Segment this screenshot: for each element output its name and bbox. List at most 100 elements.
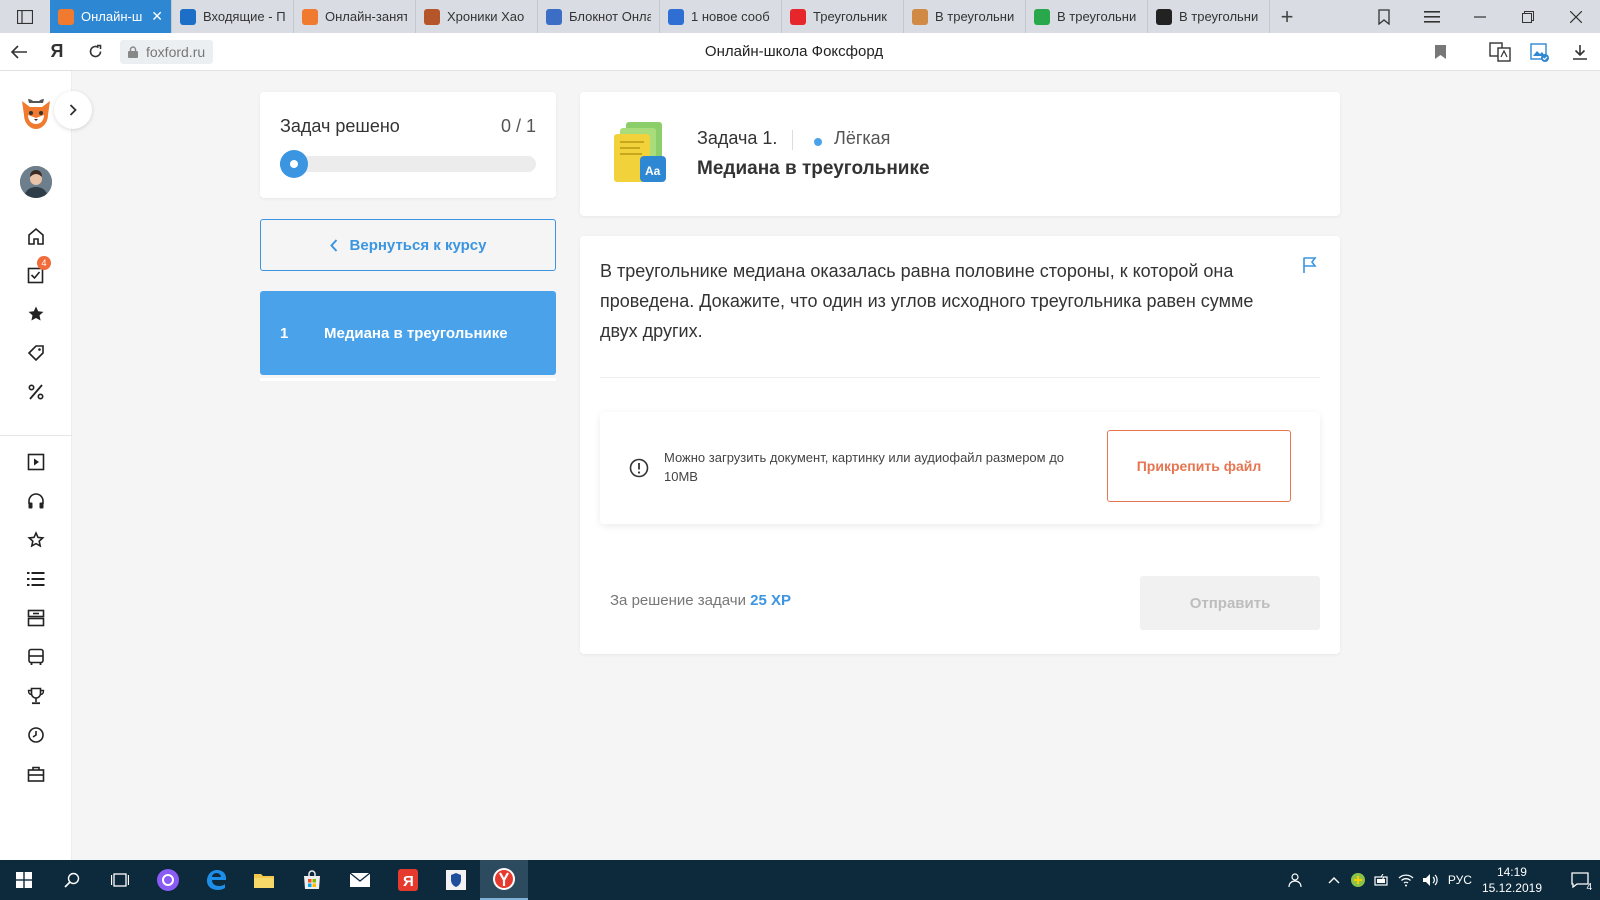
list-icon[interactable] [24, 567, 48, 591]
browser-tab-title: В треугольни [1057, 9, 1137, 24]
address-bar: Я foxford.ru Онлайн-школа Фоксфорд [0, 33, 1600, 71]
language-indicator[interactable]: РУС [1448, 873, 1472, 887]
task-body-card: В треугольнике медиана оказалась равна п… [580, 236, 1340, 654]
yandex-browser-icon[interactable] [480, 860, 528, 900]
star-outline-icon[interactable] [24, 528, 48, 552]
archive-icon[interactable] [24, 606, 48, 630]
collections-icon[interactable] [1520, 33, 1560, 71]
shield-app-icon[interactable] [432, 860, 480, 900]
browser-tab[interactable]: В треугольни [904, 0, 1026, 33]
close-tab-icon[interactable]: ✕ [151, 8, 163, 25]
briefcase-icon[interactable] [24, 762, 48, 786]
alice-icon[interactable] [144, 860, 192, 900]
task-list-item-title: Медиана в треугольнике [324, 324, 508, 342]
browser-tab[interactable]: Хроники Хао [416, 0, 538, 33]
back-arrow-icon[interactable] [0, 33, 38, 71]
header-divider [792, 130, 793, 150]
new-tab-button[interactable]: + [1270, 0, 1304, 33]
trophy-icon[interactable] [24, 684, 48, 708]
notification-count: 4 [1586, 882, 1592, 893]
mail-app-icon[interactable] [336, 860, 384, 900]
task-list-footer [260, 378, 556, 381]
sidebar-toggle-icon[interactable] [0, 0, 50, 33]
bookmark-icon[interactable] [1420, 33, 1460, 71]
window-controls [1360, 0, 1600, 33]
clock-date: 15.12.2019 [1481, 881, 1542, 895]
chevron-up-icon[interactable] [1322, 860, 1346, 900]
download-icon[interactable] [1560, 33, 1600, 71]
browser-tab-title: Хроники Хао [447, 9, 525, 24]
people-icon[interactable] [1284, 860, 1308, 900]
yandex-home-icon[interactable]: Я [38, 33, 76, 71]
upload-box: Можно загрузить документ, картинку или а… [600, 412, 1320, 524]
notifications-icon[interactable]: 4 [1560, 860, 1600, 900]
browser-tab[interactable]: Блокнот Онла [538, 0, 660, 33]
browser-tab[interactable]: Онлайн-занят [294, 0, 416, 33]
task-list: 1 Медиана в треугольнике [260, 291, 556, 381]
fox-icon [302, 8, 318, 25]
bus-icon[interactable] [24, 645, 48, 669]
info-icon [629, 458, 649, 478]
browser-tab-title: В треугольни [1179, 9, 1259, 24]
user-avatar[interactable] [20, 166, 52, 198]
url-field[interactable]: foxford.ru [120, 39, 214, 64]
task-difficulty: Лёгкая [834, 128, 891, 148]
page-title: Онлайн-школа Фоксфорд [704, 43, 884, 60]
store-icon[interactable] [288, 860, 336, 900]
browser-tab[interactable]: Треугольник [782, 0, 904, 33]
progress-card: Задач решено 0 / 1 [260, 92, 556, 198]
attach-file-button[interactable]: Прикрепить файл [1107, 430, 1291, 502]
video-lessons-icon[interactable] [24, 450, 48, 474]
volume-icon[interactable] [1418, 860, 1442, 900]
bookmarks-icon[interactable] [1360, 0, 1408, 33]
browser-tab[interactable]: В треугольни [1026, 0, 1148, 33]
search-icon[interactable] [48, 860, 96, 900]
translate-icon[interactable] [1480, 33, 1520, 71]
windows-start-icon[interactable] [0, 860, 48, 900]
kaspersky-icon[interactable] [1346, 860, 1370, 900]
browser-tab-title: Онлайн-занят [325, 9, 407, 24]
reload-icon[interactable] [76, 33, 114, 71]
file-explorer-icon[interactable] [240, 860, 288, 900]
back-to-course-button[interactable]: Вернуться к курсу [260, 219, 556, 271]
home-icon[interactable] [24, 224, 48, 248]
browser-tab-title: Онлайн-ш [81, 9, 143, 24]
flag-icon[interactable] [1301, 256, 1321, 276]
wifi-icon[interactable] [1394, 860, 1418, 900]
foxford-logo-icon[interactable] [18, 95, 54, 131]
browser-tab[interactable]: Входящие - П [172, 0, 294, 33]
windows-taskbar: Я РУС 14:19 15.12.2019 4 [0, 860, 1600, 900]
menu-icon[interactable] [1408, 0, 1456, 33]
task-header-card: Aa Задача 1. Лёгкая Медиана в треугольни… [580, 92, 1340, 216]
back-to-course-label: Вернуться к курсу [349, 236, 487, 254]
clock[interactable]: 14:19 15.12.2019 [1482, 864, 1542, 896]
browser-tab-title: В треугольни [935, 9, 1015, 24]
percent-icon[interactable] [24, 380, 48, 404]
favorites-icon[interactable] [24, 302, 48, 326]
history-icon[interactable] [24, 723, 48, 747]
url-text: foxford.ru [146, 43, 206, 60]
fox-icon [58, 8, 74, 25]
edge-icon[interactable] [192, 860, 240, 900]
restore-icon[interactable] [1504, 0, 1552, 33]
headphones-icon[interactable] [24, 489, 48, 513]
browser-tab[interactable]: Онлайн-ш ✕ [50, 0, 172, 33]
submit-button[interactable]: Отправить [1140, 576, 1320, 630]
battery-icon[interactable] [1370, 860, 1394, 900]
task-list-item[interactable]: 1 Медиана в треугольнике [260, 291, 556, 375]
problem-text: В треугольнике медиана оказалась равна п… [600, 261, 1254, 341]
tag-icon[interactable] [24, 341, 48, 365]
task-list-item-number: 1 [280, 324, 289, 342]
task-view-icon[interactable] [96, 860, 144, 900]
close-window-icon[interactable] [1552, 0, 1600, 33]
minimize-icon[interactable] [1456, 0, 1504, 33]
progress-label: Задач решено [280, 116, 400, 136]
sidebar-expand-button[interactable] [54, 91, 92, 129]
browser-tab[interactable]: В треугольни [1148, 0, 1270, 33]
progress-bar [280, 150, 536, 178]
progress-knob [280, 150, 308, 178]
task-title: Медиана в треугольнике [697, 158, 930, 179]
yandex-app-icon[interactable]: Я [384, 860, 432, 900]
browser-tab[interactable]: 1 новое сооб [660, 0, 782, 33]
tasks-icon[interactable]: 4 [24, 256, 51, 287]
